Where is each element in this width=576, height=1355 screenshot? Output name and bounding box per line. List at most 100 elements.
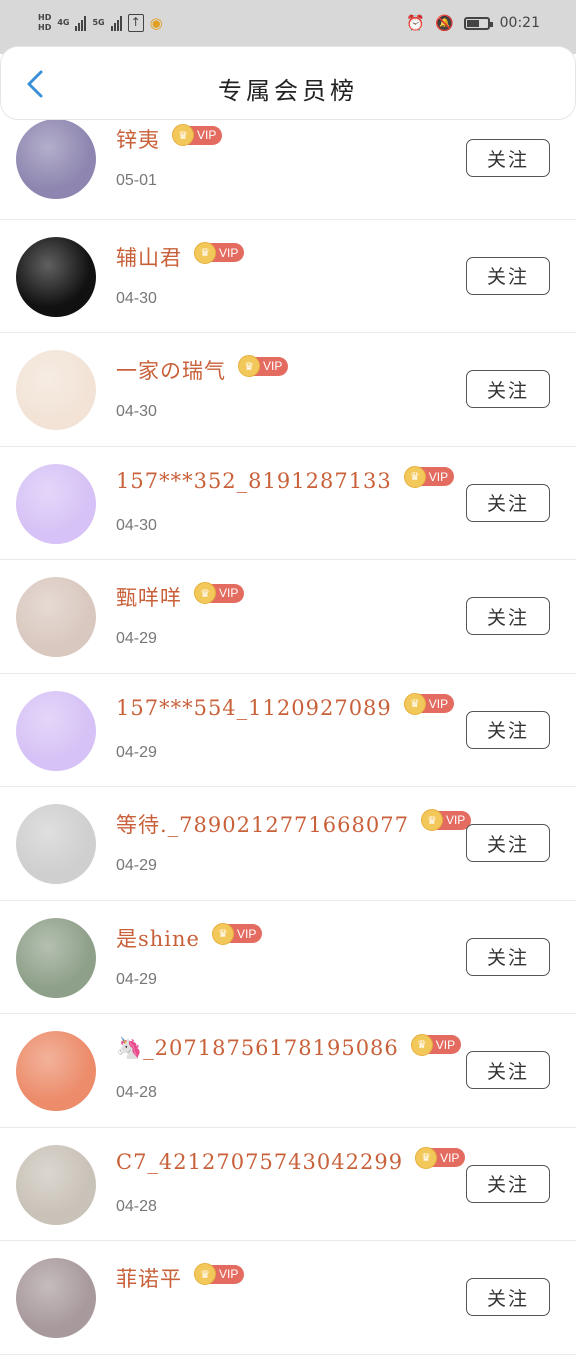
status-bar-right: ⏰ 🔕 00:21 <box>406 14 540 32</box>
member-date: 04-28 <box>116 1197 157 1215</box>
vip-label: VIP <box>197 128 217 142</box>
member-name[interactable]: 锌夷 <box>116 124 160 154</box>
avatar[interactable] <box>16 350 96 430</box>
list-item[interactable]: 是shine ♛ VIP 04-29 关注 <box>0 901 576 1014</box>
member-name[interactable]: 一家の瑞气 <box>116 355 226 385</box>
member-name[interactable]: C7_42127075743042299 <box>116 1150 403 1174</box>
vip-badge: ♛ VIP <box>172 124 223 146</box>
avatar[interactable] <box>16 1144 96 1225</box>
follow-button[interactable]: 关注 <box>466 710 550 749</box>
crown-icon: ♛ <box>415 1146 438 1169</box>
avatar[interactable] <box>16 1258 96 1338</box>
member-name-line: 锌夷 ♛ VIP <box>116 124 223 154</box>
member-date: 04-29 <box>116 857 157 874</box>
list-item[interactable]: 甄咩咩 ♛ VIP 04-29 关注 <box>0 560 576 674</box>
list-item[interactable]: 菲诺平 ♛ VIP 关注 <box>0 1241 576 1355</box>
crown-icon: ♛ <box>194 582 216 604</box>
follow-button[interactable]: 关注 <box>466 256 550 295</box>
vip-badge: ♛ VIP <box>238 355 289 377</box>
member-name-line: 是shine ♛ VIP <box>116 922 263 953</box>
vip-label: VIP <box>263 359 283 373</box>
vip-badge: ♛ VIP <box>194 241 245 264</box>
avatar[interactable] <box>16 1031 96 1111</box>
vip-badge: ♛ VIP <box>403 692 455 715</box>
vip-label: VIP <box>428 469 449 484</box>
member-name-line: 甄咩咩 ♛ VIP <box>116 582 245 612</box>
member-name[interactable]: 甄咩咩 <box>116 582 182 612</box>
weibo-icon: ◉ <box>149 14 163 32</box>
member-name[interactable]: 🦄_20718756178195086 <box>116 1036 399 1061</box>
avatar[interactable] <box>16 119 96 199</box>
crown-icon: ♛ <box>194 1263 216 1285</box>
follow-button[interactable]: 关注 <box>466 824 550 862</box>
member-date: 04-30 <box>116 516 157 534</box>
member-name[interactable]: 等待._7890212771668077 <box>116 809 409 839</box>
follow-button[interactable]: 关注 <box>466 1051 550 1089</box>
member-name-line: 157***352_8191287133 ♛ VIP <box>116 465 455 493</box>
network-4g-label: 4G <box>57 18 70 27</box>
vip-label: VIP <box>236 926 257 941</box>
signal-bars-icon <box>75 15 87 31</box>
upload-icon: ↑ <box>127 14 144 32</box>
signal-bars-icon-2 <box>110 15 122 31</box>
member-date: 04-30 <box>116 289 157 307</box>
crown-icon: ♛ <box>172 124 194 146</box>
member-name-line: 辅山君 ♛ VIP <box>116 241 245 272</box>
avatar[interactable] <box>16 917 96 998</box>
page-title: 专属会员榜 <box>218 77 358 105</box>
vip-badge: ♛ VIP <box>194 1263 245 1285</box>
follow-button[interactable]: 关注 <box>466 597 550 635</box>
vip-label: VIP <box>219 245 239 260</box>
follow-button[interactable]: 关注 <box>466 937 550 976</box>
crown-icon: ♛ <box>410 1033 433 1056</box>
follow-button[interactable]: 关注 <box>466 370 550 408</box>
alarm-icon: ⏰ <box>406 14 425 32</box>
list-item[interactable]: 157***554_1120927089 ♛ VIP 04-29 关注 <box>0 674 576 787</box>
follow-button[interactable]: 关注 <box>466 139 550 177</box>
crown-icon: ♛ <box>403 465 426 488</box>
list-item[interactable]: 一家の瑞气 ♛ VIP 04-30 关注 <box>0 333 576 447</box>
vip-label: VIP <box>445 813 466 827</box>
avatar[interactable] <box>16 804 96 884</box>
list-item[interactable]: 辅山君 ♛ VIP 04-30 关注 <box>0 220 576 333</box>
vip-badge: ♛ VIP <box>420 809 472 831</box>
battery-icon <box>463 16 493 30</box>
member-date: 04-29 <box>116 970 157 988</box>
crown-icon: ♛ <box>403 692 426 715</box>
vip-label: VIP <box>428 696 449 711</box>
member-name[interactable]: 辅山君 <box>116 242 182 272</box>
avatar[interactable] <box>16 690 96 771</box>
member-name[interactable]: 是shine <box>116 923 200 953</box>
crown-icon: ♛ <box>211 922 234 945</box>
crown-icon: ♛ <box>238 355 260 377</box>
hd-label-2: HD <box>38 23 52 32</box>
follow-button[interactable]: 关注 <box>466 1164 550 1203</box>
list-item[interactable]: C7_42127075743042299 ♛ VIP 04-28 关注 <box>0 1128 576 1241</box>
crown-icon: ♛ <box>194 241 216 264</box>
vip-label: VIP <box>219 1267 239 1281</box>
avatar[interactable] <box>16 463 96 544</box>
member-name-line: 菲诺平 ♛ VIP <box>116 1263 245 1293</box>
hd-label: HD <box>38 13 52 22</box>
vip-badge: ♛ VIP <box>403 465 455 488</box>
member-name[interactable]: 157***352_8191287133 <box>116 469 392 493</box>
list-item[interactable]: 锌夷 ♛ VIP 05-01 关注 <box>0 106 576 220</box>
member-name[interactable]: 157***554_1120927089 <box>116 696 392 720</box>
crown-icon: ♛ <box>420 809 443 831</box>
network-5g-label: 5G <box>92 18 105 27</box>
list-item[interactable]: 等待._7890212771668077 ♛ VIP 04-29 关注 <box>0 787 576 901</box>
follow-button[interactable]: 关注 <box>466 483 550 522</box>
member-date: 04-29 <box>116 743 157 761</box>
vip-badge: ♛ VIP <box>211 922 263 945</box>
list-item[interactable]: 157***352_8191287133 ♛ VIP 04-30 关注 <box>0 447 576 560</box>
list-item[interactable]: 🦄_20718756178195086 ♛ VIP 04-28 关注 <box>0 1014 576 1128</box>
vip-badge: ♛ VIP <box>410 1033 462 1056</box>
avatar[interactable] <box>16 577 96 657</box>
vip-badge: ♛ VIP <box>194 582 245 604</box>
follow-button[interactable]: 关注 <box>466 1278 550 1316</box>
member-name-line: 🦄_20718756178195086 ♛ VIP <box>116 1033 462 1061</box>
avatar[interactable] <box>16 236 96 317</box>
member-date: 04-28 <box>116 1084 157 1101</box>
member-name[interactable]: 菲诺平 <box>116 1263 182 1293</box>
vip-label: VIP <box>219 586 239 600</box>
